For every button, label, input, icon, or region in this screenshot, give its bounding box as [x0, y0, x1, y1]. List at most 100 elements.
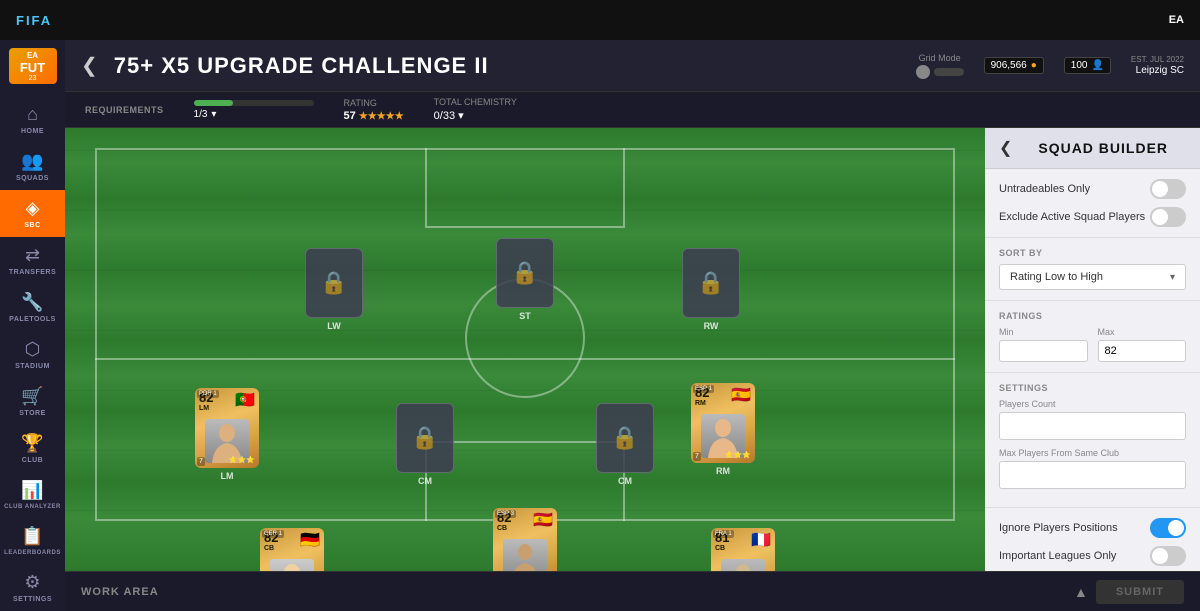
store-icon: 🛒 [21, 386, 43, 407]
player-slot-cb2[interactable]: ESP 3 82 CB 🇪🇸 [493, 508, 557, 571]
right-panel: ❮ SQUAD BUILDER Untradeables Only Exclud… [985, 128, 1200, 571]
ratings-label: RATINGS [999, 311, 1186, 321]
lock-icon-cm2: 🔒 [611, 425, 638, 451]
submit-button[interactable]: SUBMIT [1096, 580, 1184, 604]
club-analyzer-icon: 📊 [21, 480, 43, 501]
card-pos-rm: RM [695, 400, 709, 407]
min-label: Min [999, 327, 1088, 337]
ignore-positions-toggle[interactable] [1150, 518, 1186, 538]
sidebar-item-sbc[interactable]: ◈ SBC [0, 190, 65, 237]
player-slot-lw[interactable]: 🔒 LW [305, 248, 363, 331]
sidebar-item-club[interactable]: 🏆 CLUB [0, 425, 65, 472]
player-card-cb2: ESP 3 82 CB 🇪🇸 [493, 508, 557, 571]
country-flag-cb3: 🇫🇷 [751, 530, 771, 550]
player-slot-cb3[interactable]: FRA 1 81 CB 🇫🇷 [711, 528, 775, 571]
panel-toggles-section: Untradeables Only Exclude Active Squad P… [985, 169, 1200, 238]
ea-logo: EA [1169, 14, 1184, 26]
top-bar: FIFA EA [0, 0, 1200, 40]
exclude-active-toggle[interactable] [1150, 207, 1186, 227]
exclude-active-knob [1152, 209, 1168, 225]
progress-bar-container [194, 100, 314, 106]
card-pos-cb2: CB [497, 525, 511, 532]
est-club: Leipzig SC [1136, 65, 1184, 76]
fifa-logo: FIFA [16, 13, 52, 28]
requirements-progress: 1/3 ▾ [194, 100, 314, 120]
card-pos-lm: LM [199, 405, 213, 412]
important-leagues-label: Important Leagues Only [999, 550, 1116, 562]
players-count-input[interactable] [999, 412, 1186, 440]
player-slot-st[interactable]: 🔒 ST [496, 238, 554, 321]
untradeables-knob [1152, 181, 1168, 197]
requirements-label: REQUIREMENTS [85, 105, 164, 115]
ratings-row: Min Max [999, 327, 1186, 362]
sort-chevron-icon: ▾ [1170, 272, 1175, 283]
back-button[interactable]: ❮ [81, 53, 98, 78]
panel-back-button[interactable]: ❮ [999, 138, 1012, 158]
sidebar: EA FUT 23 ⌂ HOME 👥 SQUADS ◈ SBC ⇄ TRANSF… [0, 40, 65, 611]
important-leagues-toggle-row: Important Leagues Only [999, 546, 1186, 566]
sbc-icon: ◈ [26, 198, 40, 219]
grid-mode-label: Grid Mode [919, 53, 961, 63]
player-slot-rm[interactable]: ESP 1 82 RM 🇪🇸 [691, 383, 755, 476]
max-rating-input[interactable] [1098, 340, 1187, 362]
card-badge-lm: PDR 1 [197, 390, 219, 398]
important-leagues-toggle[interactable] [1150, 546, 1186, 566]
card-badge-rm: ESP 1 [693, 385, 714, 393]
important-leagues-knob [1152, 548, 1168, 564]
lock-icon-lw: 🔒 [320, 270, 347, 296]
player-card-empty-cm1: 🔒 [396, 403, 454, 473]
fut-logo: EA FUT 23 [9, 48, 57, 84]
card-body-cb2 [493, 534, 557, 571]
country-flag-lm: 🇵🇹 [235, 390, 255, 410]
player-count-value: 100 [1071, 60, 1088, 71]
position-label-rw: RW [704, 321, 719, 331]
settings-label: SETTINGS [999, 383, 1186, 393]
sidebar-item-club-analyzer[interactable]: 📊 CLUB ANALYZER [0, 472, 65, 518]
card-badge-cb3: FRA 1 [713, 530, 734, 538]
exclude-active-toggle-row: Exclude Active Squad Players [999, 207, 1186, 227]
max-same-club-input[interactable] [999, 461, 1186, 489]
player-card-rm: ESP 1 82 RM 🇪🇸 [691, 383, 755, 463]
stadium-icon: ⬡ [25, 339, 41, 360]
card-body-cb3 [711, 554, 775, 571]
player-card-cb1: GER 1 82 CB 🇩🇪 [260, 528, 324, 571]
player-slot-cm2[interactable]: 🔒 CM [596, 403, 654, 486]
player-slot-lm[interactable]: PDR 1 82 LM 🇵🇹 [195, 388, 259, 481]
penalty-box-top [425, 148, 625, 228]
min-rating-input[interactable] [999, 340, 1088, 362]
position-label-st: ST [519, 311, 531, 321]
est-label: EST. JUL 2022 [1131, 55, 1184, 64]
sort-select[interactable]: Rating Low to High ▾ [999, 264, 1186, 290]
player-slot-cm1[interactable]: 🔒 CM [396, 403, 454, 486]
sidebar-item-store[interactable]: 🛒 STORE [0, 378, 65, 425]
header-info: Grid Mode 906,566 ● 100 👤 EST. JUL 2022 [916, 53, 1184, 79]
squads-icon: 👥 [21, 151, 43, 172]
sidebar-item-squads[interactable]: 👥 SQUADS [0, 143, 65, 190]
lock-icon-cm1: 🔒 [411, 425, 438, 451]
sidebar-item-settings[interactable]: ⚙ SETTINGS [0, 564, 65, 611]
player-slot-cb1[interactable]: GER 1 82 CB 🇩🇪 [260, 528, 324, 571]
country-flag-cb1: 🇩🇪 [300, 530, 320, 550]
lock-icon-st: 🔒 [511, 260, 538, 286]
sidebar-item-stadium[interactable]: ⬡ STADIUM [0, 331, 65, 378]
min-rating-group: Min [999, 327, 1088, 362]
max-label: Max [1098, 327, 1187, 337]
untradeables-label: Untradeables Only [999, 183, 1090, 195]
card-pos-cb1: CB [264, 545, 278, 552]
grid-mode-section: Grid Mode [916, 53, 964, 79]
coin-icon: ● [1031, 60, 1037, 71]
player-count-icon: 👤 [1091, 60, 1103, 71]
players-count-group: Players Count [999, 399, 1186, 440]
player-slot-rw[interactable]: 🔒 RW [682, 248, 740, 331]
sidebar-item-transfers[interactable]: ⇄ TRANSFERS [0, 237, 65, 284]
sidebar-item-home[interactable]: ⌂ HOME [0, 96, 65, 143]
untradeables-toggle-row: Untradeables Only [999, 179, 1186, 199]
sidebar-item-paletools[interactable]: 🔧 PALETOOLS [0, 284, 65, 331]
untradeables-toggle[interactable] [1150, 179, 1186, 199]
sort-label: SORT BY [999, 248, 1186, 258]
grid-mode-toggle[interactable] [916, 65, 964, 79]
chem-value: 0/33 ▾ [434, 109, 517, 122]
settings-icon: ⚙ [24, 572, 40, 593]
card-body-cb1 [260, 554, 324, 571]
sidebar-item-leaderboards[interactable]: 📋 LEADERBOARDS [0, 518, 65, 564]
